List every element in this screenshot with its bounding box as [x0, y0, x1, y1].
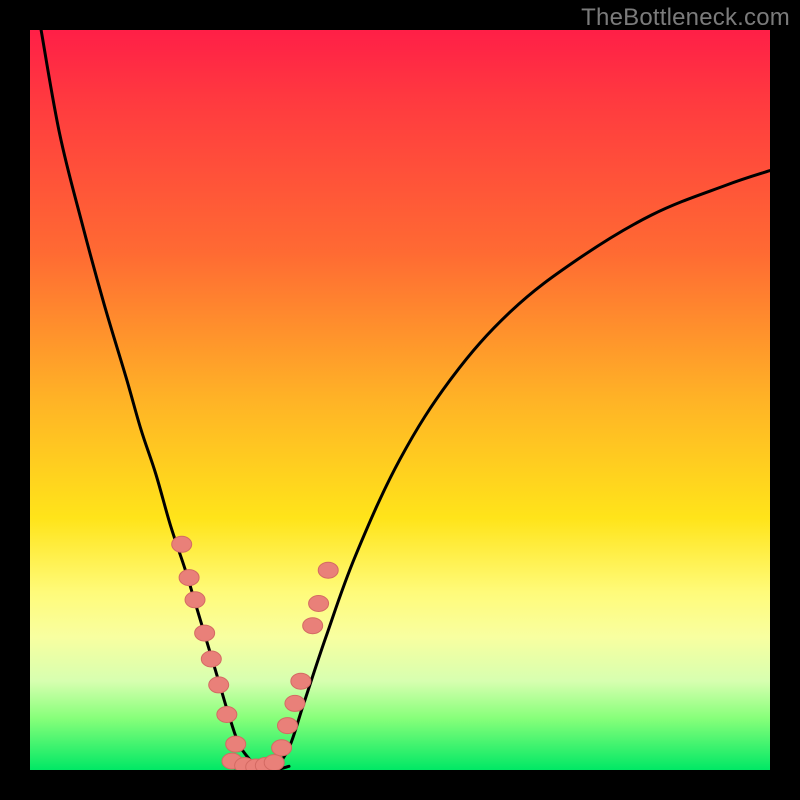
data-point: [201, 651, 221, 667]
data-point: [291, 673, 311, 689]
data-point: [217, 707, 237, 723]
data-point: [195, 625, 215, 641]
series-left-branch: [41, 30, 259, 770]
data-point: [278, 718, 298, 734]
series-right-branch: [274, 171, 770, 770]
watermark-text: TheBottleneck.com: [581, 4, 790, 32]
data-point: [272, 740, 292, 756]
plot-area: [30, 30, 770, 770]
marker-cluster: [172, 536, 339, 770]
data-point: [285, 695, 305, 711]
chart-frame: TheBottleneck.com: [0, 0, 800, 800]
curve-layer: [30, 30, 770, 770]
data-point: [309, 596, 329, 612]
data-point: [226, 736, 246, 752]
v-curve: [41, 30, 770, 770]
data-point: [172, 536, 192, 552]
data-point: [303, 618, 323, 634]
data-point: [209, 677, 229, 693]
data-point: [185, 592, 205, 608]
data-point: [179, 570, 199, 586]
data-point: [318, 562, 338, 578]
data-point: [264, 755, 284, 770]
